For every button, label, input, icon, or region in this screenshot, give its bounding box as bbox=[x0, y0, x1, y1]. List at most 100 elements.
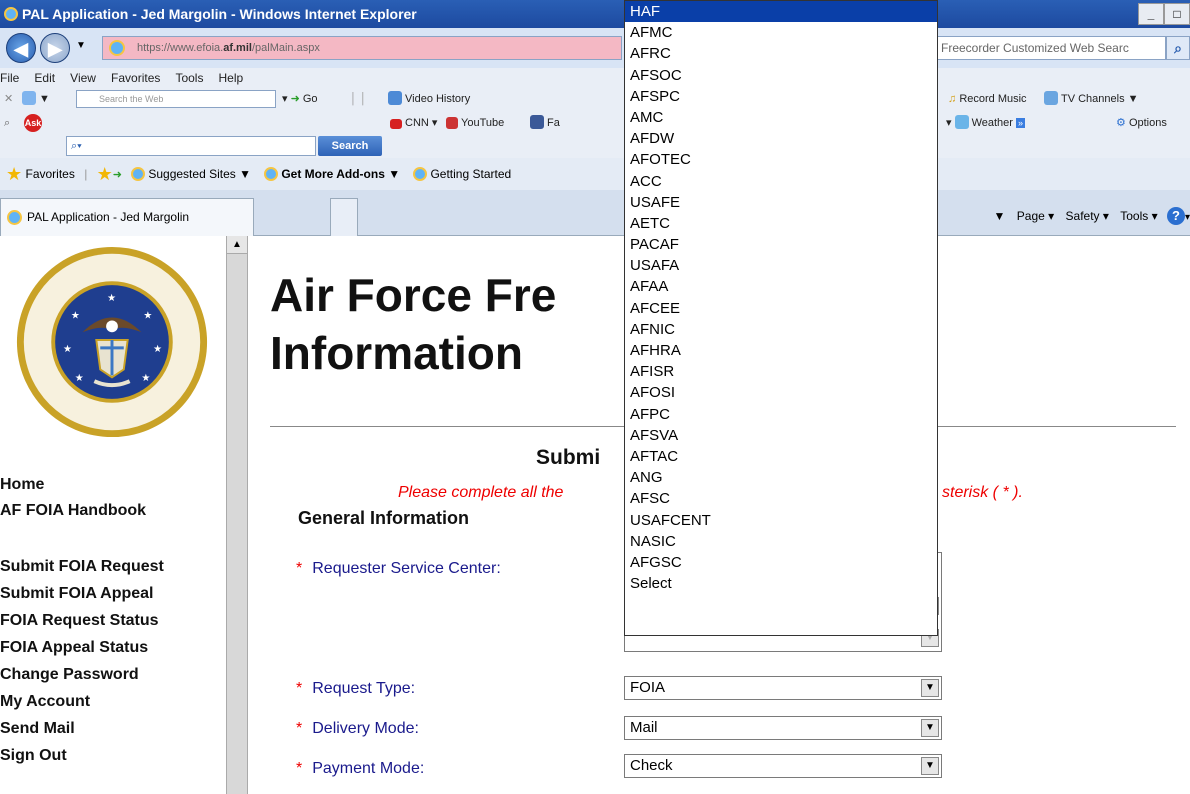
search-web-input[interactable]: Search the Web bbox=[76, 90, 276, 108]
get-more-addons-label: Get More Add-ons bbox=[281, 167, 385, 181]
options-label: Options bbox=[1128, 117, 1167, 129]
dropdown-option-aetc[interactable]: AETC bbox=[625, 213, 937, 234]
service-center-dropdown-list[interactable]: HAF AFMC AFRC AFSOC AFSPC AMC AFDW AFOTEC ACC USA… bbox=[624, 0, 938, 636]
menu-view[interactable]: View bbox=[70, 68, 96, 88]
favorites-button[interactable]: ★ Favorites bbox=[0, 164, 75, 184]
tools-menu-button[interactable]: Tools ▾ bbox=[1120, 209, 1157, 223]
minimize-button[interactable]: _ bbox=[1138, 3, 1164, 25]
request-type-select[interactable]: FOIA ▼ bbox=[624, 676, 942, 700]
dropdown-option-haf[interactable]: HAF bbox=[625, 1, 937, 23]
suggested-sites-label: Suggested Sites bbox=[148, 167, 236, 181]
cnn-label: CNN bbox=[405, 117, 429, 129]
dropdown-option-afpc[interactable]: AFPC bbox=[625, 404, 937, 425]
nav-my-account[interactable]: My Account bbox=[0, 693, 90, 711]
menu-favorites[interactable]: Favorites bbox=[111, 68, 160, 88]
youtube-label: YouTube bbox=[461, 117, 505, 129]
get-more-addons-button[interactable]: Get More Add-ons ▼ bbox=[264, 167, 400, 181]
nav-submit-foia-request[interactable]: Submit FOIA Request bbox=[0, 558, 164, 576]
help-icon[interactable]: ? bbox=[1166, 207, 1185, 225]
chevron-down-icon[interactable]: ▼ bbox=[921, 719, 939, 737]
dropdown-option-afdw[interactable]: AFDW bbox=[625, 128, 937, 149]
getting-started-link[interactable]: Getting Started bbox=[413, 167, 511, 181]
dropdown-option-ang[interactable]: ANG bbox=[625, 467, 937, 488]
dropdown-option-amc[interactable]: AMC bbox=[625, 107, 937, 128]
dropdown-option-afmc[interactable]: AFMC bbox=[625, 22, 937, 43]
close-toolbar-icon[interactable]: ✕ bbox=[4, 90, 13, 108]
dropdown-option-afotec[interactable]: AFOTEC bbox=[625, 149, 937, 170]
youtube-button[interactable]: YouTube bbox=[446, 114, 504, 132]
new-tab-button[interactable] bbox=[330, 198, 358, 236]
tab-pal-application[interactable]: PAL Application - Jed Margolin bbox=[0, 198, 254, 236]
nav-foia-appeal-status[interactable]: FOIA Appeal Status bbox=[0, 639, 148, 657]
suggested-sites-button[interactable]: Suggested Sites ▼ bbox=[131, 167, 251, 181]
dropdown-option-afcee[interactable]: AFCEE bbox=[625, 298, 937, 319]
dropdown-option-afsc[interactable]: AFSC bbox=[625, 488, 937, 509]
search-icon: ⌕ bbox=[4, 117, 11, 129]
request-type-text: Request Type: bbox=[312, 680, 416, 697]
record-music-button[interactable]: ♫ Record Music bbox=[948, 90, 1027, 108]
nav-send-mail[interactable]: Send Mail bbox=[0, 720, 75, 738]
dropdown-option-afsoc[interactable]: AFSOC bbox=[625, 65, 937, 86]
dropdown-option-usafe[interactable]: USAFE bbox=[625, 192, 937, 213]
video-history-button[interactable]: Video History bbox=[388, 90, 470, 108]
back-button[interactable]: ◀ bbox=[6, 33, 36, 63]
dropdown-option-usafcent[interactable]: USAFCENT bbox=[625, 510, 937, 531]
dropdown-option-afrc[interactable]: AFRC bbox=[625, 43, 937, 64]
nav-home[interactable]: Home bbox=[0, 476, 44, 494]
dropdown-option-pacaf[interactable]: PACAF bbox=[625, 234, 937, 255]
favorites-star-icon: ★ bbox=[6, 164, 23, 184]
nav-foia-request-status[interactable]: FOIA Request Status bbox=[0, 612, 159, 630]
dropdown-option-afnic[interactable]: AFNIC bbox=[625, 319, 937, 340]
recent-pages-chevron-icon[interactable]: ▼ bbox=[76, 40, 86, 51]
search-magnifier-icon[interactable]: ⌕ bbox=[1166, 36, 1190, 60]
command-bar: ▼ Page ▾ Safety ▾ Tools ▾ ? ▾ bbox=[993, 207, 1190, 225]
dropdown-option-aftac[interactable]: AFTAC bbox=[625, 446, 937, 467]
web-search-input[interactable]: Freecorder Customized Web Searc bbox=[936, 36, 1166, 60]
facebook-button[interactable]: Fa bbox=[530, 114, 560, 132]
favorites-bar: ★ Favorites | ★➜ Suggested Sites ▼ Get M… bbox=[0, 158, 1190, 190]
tv-channels-button[interactable]: TV Channels ▼ bbox=[1044, 90, 1139, 108]
add-favorite-icon[interactable]: ★➜ bbox=[97, 164, 122, 184]
safety-menu-button[interactable]: Safety ▾ bbox=[1066, 209, 1109, 223]
section-general-information: General Information bbox=[298, 508, 470, 528]
menu-file[interactable]: File bbox=[0, 68, 19, 88]
dropdown-option-select[interactable]: Select bbox=[625, 573, 937, 594]
nav-af-foia-handbook[interactable]: AF FOIA Handbook bbox=[0, 502, 146, 520]
toolbars: File Edit View Favorites Tools Help ✕ ▼ … bbox=[0, 68, 1190, 158]
ask-logo-icon[interactable]: Ask bbox=[24, 114, 42, 132]
cnn-button[interactable]: CNN ▾ bbox=[390, 114, 437, 132]
chevron-down-icon[interactable]: ▼ bbox=[921, 679, 939, 697]
maximize-button[interactable]: □ bbox=[1164, 3, 1190, 25]
weather-button[interactable]: ▾ Weather » bbox=[946, 114, 1026, 132]
chevron-down-icon[interactable]: ▼ bbox=[921, 757, 939, 775]
menu-help[interactable]: Help bbox=[219, 68, 244, 88]
page-title-line1: Air Force Fre bbox=[270, 269, 557, 321]
dropdown-option-acc[interactable]: ACC bbox=[625, 171, 937, 192]
forward-button[interactable]: ▶ bbox=[40, 33, 70, 63]
menu-edit[interactable]: Edit bbox=[34, 68, 55, 88]
nav-change-password[interactable]: Change Password bbox=[0, 666, 139, 684]
required-asterisk: * bbox=[296, 560, 303, 577]
delivery-mode-text: Delivery Mode: bbox=[312, 720, 419, 737]
dropdown-option-nasic[interactable]: NASIC bbox=[625, 531, 937, 552]
dropdown-option-afgsc[interactable]: AFGSC bbox=[625, 552, 937, 573]
page-menu-button[interactable]: Page ▾ bbox=[1017, 209, 1054, 223]
options-button[interactable]: ⚙ Options bbox=[1116, 114, 1167, 132]
payment-mode-select[interactable]: Check ▼ bbox=[624, 754, 942, 778]
go-button[interactable]: ▾ ➜ Go bbox=[282, 90, 318, 108]
dropdown-option-afspc[interactable]: AFSPC bbox=[625, 86, 937, 107]
nav-submit-foia-appeal[interactable]: Submit FOIA Appeal bbox=[0, 585, 153, 603]
scroll-up-arrow-icon[interactable]: ▲ bbox=[227, 236, 247, 254]
radio-toolbar-icon[interactable]: ▼ bbox=[22, 90, 50, 108]
delivery-mode-select[interactable]: Mail ▼ bbox=[624, 716, 942, 740]
menu-tools[interactable]: Tools bbox=[175, 68, 203, 88]
dropdown-option-usafa[interactable]: USAFA bbox=[625, 255, 937, 276]
dropdown-option-afisr[interactable]: AFISR bbox=[625, 361, 937, 382]
dropdown-option-afaa[interactable]: AFAA bbox=[625, 276, 937, 297]
frame-scrollbar[interactable]: ▲ bbox=[226, 236, 248, 794]
url-field[interactable]: https://www.efoia.af.mil/palMain.aspx bbox=[102, 36, 622, 60]
nav-sign-out[interactable]: Sign Out bbox=[0, 747, 67, 765]
dropdown-option-afosi[interactable]: AFOSI bbox=[625, 382, 937, 403]
dropdown-option-afsva[interactable]: AFSVA bbox=[625, 425, 937, 446]
dropdown-option-afhra[interactable]: AFHRA bbox=[625, 340, 937, 361]
